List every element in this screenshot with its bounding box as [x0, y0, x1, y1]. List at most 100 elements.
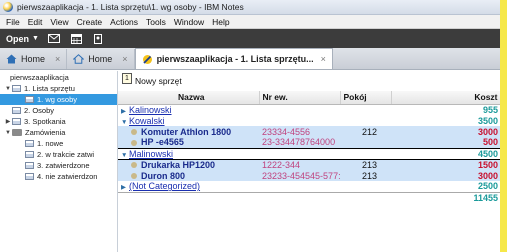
- nav-item-zamowienia[interactable]: ▼ Zamówienia: [0, 127, 117, 138]
- navigator-pane: pierwszaaplikacja ▼ 1. Lista sprzętu 1. …: [0, 71, 118, 252]
- home-outline-icon: [73, 54, 85, 64]
- twisty-expanded-icon[interactable]: ▼: [121, 119, 129, 126]
- document-row[interactable]: Komuter Athlon 1800 23334-4556 212 3000: [118, 126, 500, 137]
- title-bar: pierwszaaplikacja - 1. Lista sprzętu\1. …: [0, 0, 500, 15]
- view-icon: [25, 96, 34, 103]
- nav-item-nie-zatwierdzone[interactable]: 4. nie zatwierdzon: [0, 171, 117, 182]
- view-icon: [12, 107, 21, 114]
- view-icon: [25, 140, 34, 147]
- nav-item-label: 4. nie zatwierdzon: [37, 172, 98, 181]
- cost: 500: [391, 137, 500, 148]
- category-total: 3500: [477, 115, 498, 126]
- notes-window: pierwszaaplikacja - 1. Lista sprzętu\1. …: [0, 0, 500, 252]
- column-header-nazwa[interactable]: Nazwa: [118, 91, 260, 105]
- category-name[interactable]: Kalinowski: [129, 105, 172, 115]
- view-icon: [12, 118, 21, 125]
- menu-bar: File Edit View Create Actions Tools Wind…: [0, 15, 500, 29]
- menu-edit[interactable]: Edit: [24, 17, 47, 27]
- menu-create[interactable]: Create: [73, 17, 107, 27]
- equipment-name: HP -e4565: [141, 137, 184, 148]
- twisty-collapsed-icon[interactable]: ▶: [121, 183, 129, 191]
- document-icon: [131, 129, 137, 136]
- new-equipment-button[interactable]: Nowy sprzęt: [135, 76, 182, 86]
- nav-item-label: Zamówienia: [25, 128, 66, 137]
- category-total: 4500: [391, 147, 500, 160]
- open-button[interactable]: Open ▼: [6, 34, 39, 44]
- twisty-expanded-icon[interactable]: ▼: [4, 86, 12, 92]
- view-table: Nazwa Nr ew. Pokój Koszt ▶ Kalinowski 955…: [118, 91, 500, 203]
- nav-item-osoby[interactable]: 2. Osoby: [0, 105, 117, 116]
- inventory-number: 1222-344: [259, 159, 340, 170]
- document-row[interactable]: Drukarka HP1200 1222-344 213 1500: [118, 159, 500, 170]
- chevron-down-icon: ▼: [32, 35, 39, 42]
- home-icon: [6, 54, 17, 64]
- cost: 3000: [391, 170, 500, 181]
- room: [340, 137, 391, 148]
- notes-db-icon: [142, 54, 152, 64]
- contacts-icon[interactable]: [92, 33, 105, 44]
- mail-icon[interactable]: [48, 33, 61, 44]
- category-row[interactable]: ▶ Kalinowski 955: [118, 104, 500, 115]
- document-icon: [131, 162, 137, 169]
- menu-help[interactable]: Help: [208, 17, 233, 27]
- nav-item-label: 1. wg osoby: [37, 95, 78, 104]
- nav-item-nowe[interactable]: 1. nowe: [0, 138, 117, 149]
- menu-actions[interactable]: Actions: [106, 17, 142, 27]
- ibm-notes-app-icon: [3, 2, 13, 12]
- menu-window[interactable]: Window: [170, 17, 208, 27]
- nav-item-label: 3. Spotkania: [24, 117, 66, 126]
- category-row[interactable]: ▼ Malinowski 4500: [118, 147, 500, 160]
- column-header-pokoj[interactable]: Pokój: [340, 91, 392, 105]
- column-header-nr-ew[interactable]: Nr ew.: [259, 91, 341, 105]
- close-icon[interactable]: ×: [321, 54, 326, 64]
- column-header-koszt[interactable]: Koszt: [391, 91, 500, 105]
- document-icon: [131, 173, 137, 180]
- close-icon[interactable]: ×: [55, 54, 60, 64]
- nav-item-zatwierdzone[interactable]: 3. zatwierdzone: [0, 160, 117, 171]
- tab-database-view[interactable]: pierwszaaplikacja - 1. Lista sprzętu... …: [134, 48, 333, 69]
- menu-tools[interactable]: Tools: [142, 17, 170, 27]
- equipment-name: Drukarka HP1200: [141, 159, 216, 170]
- workspace: pierwszaaplikacja ▼ 1. Lista sprzętu 1. …: [0, 71, 500, 252]
- category-row[interactable]: ▶ (Not Categorized) 2500: [118, 181, 500, 192]
- equipment-name: Komuter Athlon 1800: [141, 126, 232, 137]
- inventory-number: 23-334478764000: [259, 137, 340, 148]
- document-icon: [131, 139, 137, 146]
- grand-total: 11455: [391, 191, 500, 203]
- folder-icon: [12, 129, 22, 136]
- nav-item-w-trakcie[interactable]: 2. w trakcie zatwi: [0, 149, 117, 160]
- category-row[interactable]: ▼ Kowalski 3500: [118, 115, 500, 126]
- menu-file[interactable]: File: [2, 17, 24, 27]
- view-icon: [25, 173, 34, 180]
- nav-item-label: 1. nowe: [37, 139, 64, 148]
- close-icon[interactable]: ×: [122, 54, 127, 64]
- nav-item-wg-osoby[interactable]: 1. wg osoby: [0, 94, 117, 105]
- tab-home[interactable]: Home ×: [0, 49, 68, 69]
- category-total: 955: [482, 104, 498, 115]
- room: 213: [340, 170, 391, 181]
- twisty-collapsed-icon[interactable]: ▶: [121, 107, 129, 115]
- twisty-expanded-icon[interactable]: ▼: [121, 152, 129, 159]
- category-name[interactable]: Kowalski: [129, 116, 165, 126]
- document-row[interactable]: HP -e4565 23-334478764000 500: [118, 137, 500, 148]
- grand-total-row: 11455: [118, 191, 500, 203]
- inventory-number: 23334-4556: [259, 126, 340, 137]
- tab-home-2[interactable]: Home ×: [67, 49, 135, 69]
- calendar-icon[interactable]: [70, 33, 83, 44]
- room: 212: [340, 126, 391, 137]
- cost: 3000: [391, 126, 500, 137]
- category-name[interactable]: (Not Categorized): [129, 181, 200, 191]
- action-bar: 1 Nowy sprzęt: [118, 71, 500, 91]
- tab-bar: Home × Home × pierwszaaplikacja - 1. Lis…: [0, 48, 500, 70]
- nav-item-label: 2. w trakcie zatwi: [37, 150, 95, 159]
- nav-item-lista-sprzetu[interactable]: ▼ 1. Lista sprzętu: [0, 83, 117, 94]
- nav-item-spotkania[interactable]: ▶ 3. Spotkania: [0, 116, 117, 127]
- twisty-collapsed-icon[interactable]: ▶: [4, 118, 12, 125]
- category-name[interactable]: Malinowski: [129, 149, 173, 158]
- twisty-expanded-icon[interactable]: ▼: [4, 130, 12, 136]
- menu-view[interactable]: View: [46, 17, 72, 27]
- tab-database-view-label: pierwszaaplikacja - 1. Lista sprzętu...: [156, 54, 314, 64]
- nav-item-label: 1. Lista sprzętu: [24, 84, 75, 93]
- nav-item-label: 3. zatwierdzone: [37, 161, 90, 170]
- document-row[interactable]: Duron 800 23233-454545-577: 213 3000: [118, 170, 500, 181]
